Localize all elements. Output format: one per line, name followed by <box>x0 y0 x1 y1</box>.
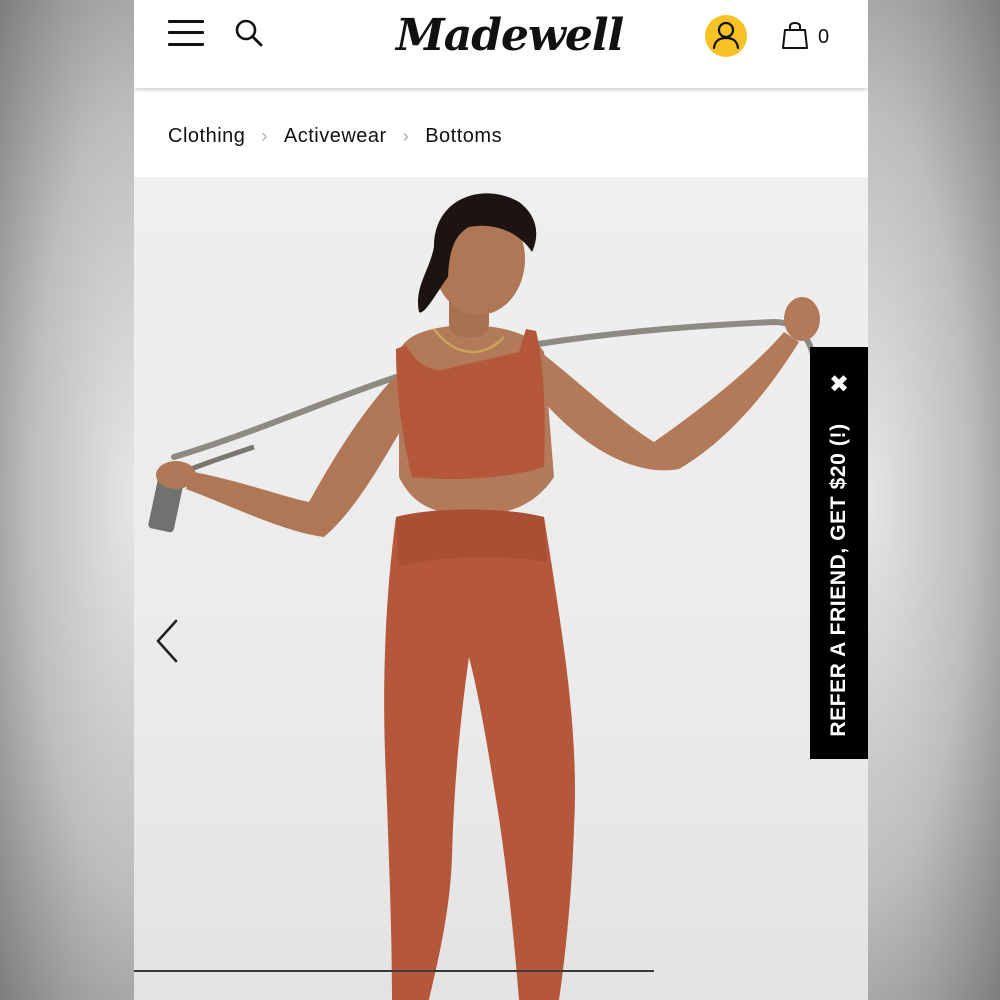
floor-line <box>134 970 654 972</box>
mobile-page: Madewell 0 Clothing › Activewear › Botto… <box>134 0 868 1000</box>
menu-icon[interactable] <box>168 18 204 48</box>
product-photo <box>148 193 820 1000</box>
chevron-right-icon: › <box>402 125 410 146</box>
leggings <box>384 509 575 1000</box>
site-header: Madewell 0 <box>134 0 868 88</box>
refer-a-friend-label: REFER A FRIEND, GET $20 (!) <box>827 423 850 737</box>
chevron-right-icon: › <box>261 125 268 146</box>
search-icon[interactable] <box>234 18 264 48</box>
refer-a-friend-tab[interactable]: ✖ REFER A FRIEND, GET $20 (!) <box>810 347 868 759</box>
breadcrumb-activewear[interactable]: Activewear <box>284 125 387 148</box>
madewell-logo[interactable]: Madewell <box>396 6 624 66</box>
breadcrumb: Clothing › Activewear › Bottoms <box>134 96 868 176</box>
chevron-left-icon[interactable] <box>152 617 184 665</box>
breadcrumb-bottoms[interactable]: Bottoms <box>425 125 502 148</box>
close-icon[interactable]: ✖ <box>826 371 852 397</box>
account-icon[interactable] <box>705 15 747 57</box>
product-image-carousel[interactable]: ✖ REFER A FRIEND, GET $20 (!) <box>134 177 868 1000</box>
shopping-bag-icon[interactable] <box>782 20 808 50</box>
background-blur-left <box>0 0 134 1000</box>
breadcrumb-clothing[interactable]: Clothing <box>168 125 245 148</box>
background-blur-right <box>866 0 1000 1000</box>
bag-count: 0 <box>818 26 830 48</box>
